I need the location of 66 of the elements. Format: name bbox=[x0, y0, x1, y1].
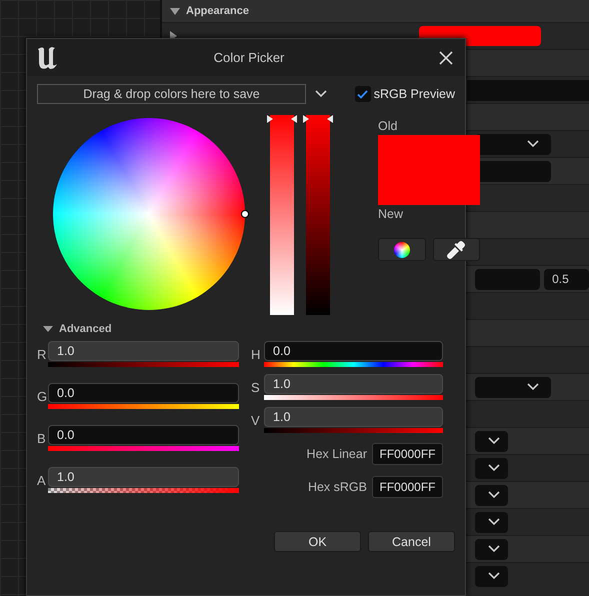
hex-field[interactable]: FF0000FF bbox=[372, 476, 443, 498]
channel-gradient-bar[interactable] bbox=[48, 404, 239, 409]
slider-thumb[interactable] bbox=[303, 115, 333, 124]
channel-gradient-bar[interactable] bbox=[48, 488, 239, 493]
dropdown[interactable] bbox=[475, 458, 508, 478]
chevron-icon bbox=[488, 437, 500, 445]
vertical-slider[interactable] bbox=[270, 115, 294, 315]
eyedropper-button[interactable] bbox=[432, 238, 480, 261]
channel-label: H bbox=[251, 347, 262, 364]
dropdown[interactable] bbox=[475, 430, 508, 452]
channel-field[interactable]: 1.0 bbox=[264, 374, 443, 394]
chevron-icon bbox=[488, 572, 500, 580]
color-drop-zone[interactable]: Drag & drop colors here to save bbox=[37, 84, 306, 104]
color-wheel-button[interactable] bbox=[378, 238, 426, 261]
number-field[interactable]: 0.5 bbox=[544, 268, 589, 290]
expand-arrow-icon[interactable] bbox=[43, 326, 53, 332]
channel-label: S bbox=[251, 380, 261, 397]
eyedropper-icon bbox=[446, 240, 466, 260]
vertical-slider[interactable] bbox=[306, 115, 330, 315]
channel-gradient-bar[interactable] bbox=[264, 362, 443, 367]
expand-arrow-icon[interactable] bbox=[170, 8, 180, 14]
color-wheel-icon bbox=[394, 242, 410, 258]
channel-label: G bbox=[37, 389, 48, 406]
channel-gradient-bar[interactable] bbox=[264, 428, 443, 433]
hex-label: Hex Linear bbox=[306, 447, 367, 461]
dropdown[interactable] bbox=[475, 484, 508, 506]
chevron-icon bbox=[488, 545, 500, 553]
slider-thumb[interactable] bbox=[267, 115, 297, 124]
dropdown-chevron-icon[interactable] bbox=[315, 90, 327, 98]
channel-label: B bbox=[37, 431, 47, 448]
window-title: Color Picker bbox=[212, 50, 286, 65]
logo-icon bbox=[35, 44, 59, 70]
dropdown[interactable] bbox=[475, 538, 508, 560]
wheel-handle[interactable] bbox=[241, 210, 249, 218]
dropdown[interactable] bbox=[475, 512, 508, 532]
dropdown[interactable] bbox=[475, 134, 551, 154]
channel-field[interactable]: 0.0 bbox=[264, 341, 443, 361]
input-field[interactable] bbox=[467, 80, 589, 100]
channel-label: A bbox=[37, 473, 47, 490]
new-color-label: New bbox=[378, 207, 404, 222]
channel-label: R bbox=[37, 347, 48, 364]
channel-field[interactable]: 1.0 bbox=[264, 407, 443, 427]
chevron-icon bbox=[488, 491, 500, 499]
srgb-checkbox[interactable] bbox=[354, 86, 371, 102]
chevron-icon bbox=[527, 140, 539, 148]
dialog-button[interactable]: OK bbox=[274, 531, 361, 552]
chevron-icon bbox=[488, 518, 500, 526]
channel-gradient-bar[interactable] bbox=[48, 362, 239, 367]
section-header: Advanced bbox=[59, 323, 112, 335]
old-color-label: Old bbox=[378, 119, 398, 134]
hex-label: Hex sRGB bbox=[308, 480, 367, 494]
hex-field[interactable]: FF0000FF bbox=[372, 443, 443, 465]
channel-label: V bbox=[251, 413, 261, 430]
channel-field[interactable]: 1.0 bbox=[48, 341, 239, 361]
channel-gradient-bar[interactable] bbox=[264, 395, 443, 400]
close-icon[interactable] bbox=[439, 50, 453, 64]
channel-field[interactable]: 0.0 bbox=[48, 383, 239, 403]
section-header: Appearance bbox=[186, 5, 249, 17]
chevron-icon bbox=[527, 383, 539, 391]
channel-field[interactable]: 0.0 bbox=[48, 425, 239, 445]
channel-field[interactable]: 1.0 bbox=[48, 467, 239, 487]
dropdown[interactable] bbox=[475, 566, 508, 586]
input-field[interactable] bbox=[475, 268, 540, 290]
dialog-button[interactable]: Cancel bbox=[368, 531, 455, 552]
chevron-icon bbox=[488, 464, 500, 472]
checkbox-label: sRGB Preview bbox=[374, 87, 455, 101]
